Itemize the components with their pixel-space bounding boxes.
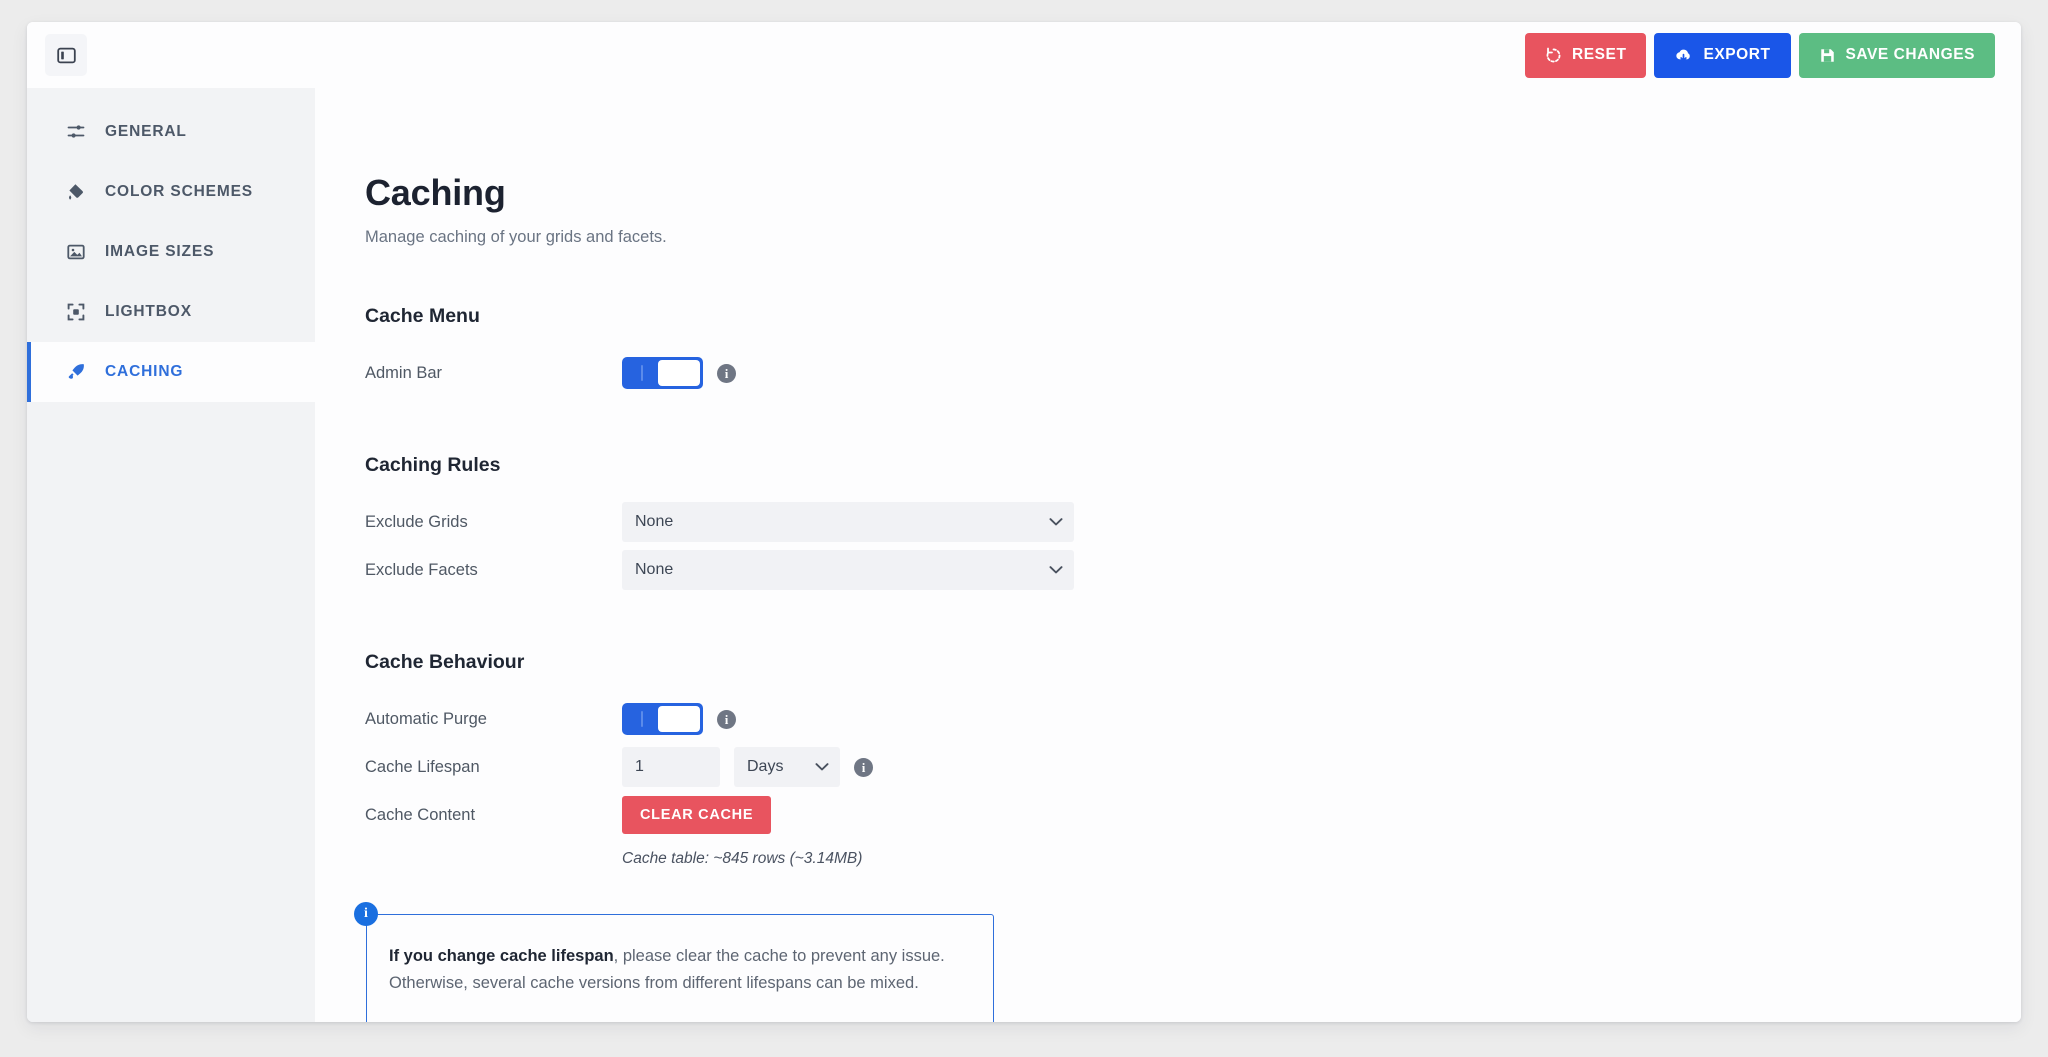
- sidebar-item-label: GENERAL: [105, 123, 187, 140]
- sliders-icon: [65, 121, 87, 143]
- save-changes-button-label: SAVE CHANGES: [1845, 46, 1975, 64]
- main-layout: GENERAL COLOR SCHEMES IMAGE SIZES LIGHTB…: [27, 88, 2021, 1022]
- exclude-grids-label: Exclude Grids: [365, 512, 468, 531]
- sidebar-item-color-schemes[interactable]: COLOR SCHEMES: [27, 162, 315, 222]
- save-changes-button[interactable]: SAVE CHANGES: [1798, 32, 1995, 78]
- field-row-exclude-facets: Exclude Facets None: [365, 547, 2021, 593]
- paint-bucket-icon: [65, 181, 87, 203]
- reset-button-label: RESET: [1572, 46, 1627, 64]
- exclude-facets-label: Exclude Facets: [365, 560, 478, 579]
- admin-bar-control: i: [622, 357, 736, 389]
- sidebar-panel-icon[interactable]: [45, 34, 87, 76]
- settings-content: Caching Manage caching of your grids and…: [315, 88, 2021, 1022]
- toggle-knob: [658, 360, 700, 386]
- automatic-purge-control: i: [622, 703, 736, 735]
- page-subtitle: Manage caching of your grids and facets.: [365, 228, 667, 246]
- sidebar-item-label: CACHING: [105, 363, 184, 380]
- info-icon[interactable]: i: [854, 757, 873, 777]
- sidebar-item-label: IMAGE SIZES: [105, 243, 215, 260]
- settings-sidebar: GENERAL COLOR SCHEMES IMAGE SIZES LIGHTB…: [27, 88, 315, 1022]
- toolbar-actions: RESET EXPORT SAVE CHANGES: [1525, 32, 1995, 78]
- sidebar-item-label: LIGHTBOX: [105, 303, 192, 320]
- cache-lifespan-label: Cache Lifespan: [365, 757, 480, 776]
- exclude-facets-value: None: [635, 561, 674, 578]
- floppy-save-icon: [1819, 47, 1836, 64]
- admin-bar-label: Admin Bar: [365, 363, 443, 382]
- chevron-down-icon: [1049, 566, 1063, 575]
- reset-button[interactable]: RESET: [1525, 32, 1647, 78]
- image-icon: [65, 241, 87, 263]
- info-badge-icon: i: [354, 902, 378, 926]
- rocket-icon: [65, 361, 87, 383]
- admin-bar-toggle[interactable]: [622, 357, 703, 389]
- notice-bold-text: If you change cache lifespan: [389, 947, 614, 965]
- field-row-cache-lifespan: Cache Lifespan Days i: [365, 744, 2021, 790]
- sidebar-item-caching[interactable]: CACHING: [27, 342, 315, 402]
- top-toolbar: RESET EXPORT SAVE CHANGES: [27, 22, 2021, 88]
- cache-content-control: CLEAR CACHE: [622, 796, 772, 834]
- exclude-facets-select[interactable]: None: [622, 550, 1074, 590]
- cache-lifespan-input[interactable]: [622, 747, 720, 787]
- exclude-grids-select[interactable]: None: [622, 502, 1074, 542]
- section-heading-cache-behaviour: Cache Behaviour: [365, 651, 525, 673]
- chevron-down-icon: [815, 763, 829, 772]
- exclude-grids-value: None: [635, 513, 674, 530]
- field-row-automatic-purge: Automatic Purge i: [365, 696, 2021, 742]
- cache-lifespan-notice: i If you change cache lifespan, please c…: [354, 902, 994, 1022]
- cache-lifespan-unit-value: Days: [747, 758, 784, 775]
- cache-table-meta: Cache table: ~845 rows (~3.14MB): [622, 850, 863, 867]
- toggle-knob: [658, 706, 700, 732]
- export-button[interactable]: EXPORT: [1654, 32, 1791, 78]
- info-icon[interactable]: i: [717, 709, 736, 729]
- cloud-download-icon: [1674, 47, 1693, 64]
- chevron-down-icon: [1049, 518, 1063, 527]
- cache-lifespan-control: Days i: [622, 747, 873, 787]
- page-title: Caching: [365, 172, 506, 213]
- export-button-label: EXPORT: [1703, 46, 1771, 64]
- field-row-admin-bar: Admin Bar i: [365, 350, 2021, 396]
- exclude-grids-control: None: [622, 502, 1074, 542]
- section-heading-cache-menu: Cache Menu: [365, 305, 480, 327]
- field-row-cache-content: Cache Content CLEAR CACHE: [365, 792, 2021, 838]
- sidebar-item-lightbox[interactable]: LIGHTBOX: [27, 282, 315, 342]
- clear-cache-button[interactable]: CLEAR CACHE: [622, 796, 772, 834]
- sidebar-item-image-sizes[interactable]: IMAGE SIZES: [27, 222, 315, 282]
- exclude-facets-control: None: [622, 550, 1074, 590]
- sidebar-item-label: COLOR SCHEMES: [105, 183, 253, 200]
- settings-window: RESET EXPORT SAVE CHANGES GENERAL COLOR …: [27, 22, 2021, 1022]
- info-icon[interactable]: i: [717, 363, 736, 383]
- cache-lifespan-unit-select[interactable]: Days: [734, 747, 840, 787]
- field-row-exclude-grids: Exclude Grids None: [365, 499, 2021, 545]
- cache-content-label: Cache Content: [365, 805, 476, 824]
- notice-body: If you change cache lifespan, please cle…: [366, 914, 994, 1022]
- sidebar-item-general[interactable]: GENERAL: [27, 102, 315, 162]
- automatic-purge-label: Automatic Purge: [365, 709, 487, 728]
- rotate-ccw-icon: [1545, 47, 1562, 64]
- section-heading-caching-rules: Caching Rules: [365, 454, 501, 476]
- automatic-purge-toggle[interactable]: [622, 703, 703, 735]
- expand-frame-icon: [65, 301, 87, 323]
